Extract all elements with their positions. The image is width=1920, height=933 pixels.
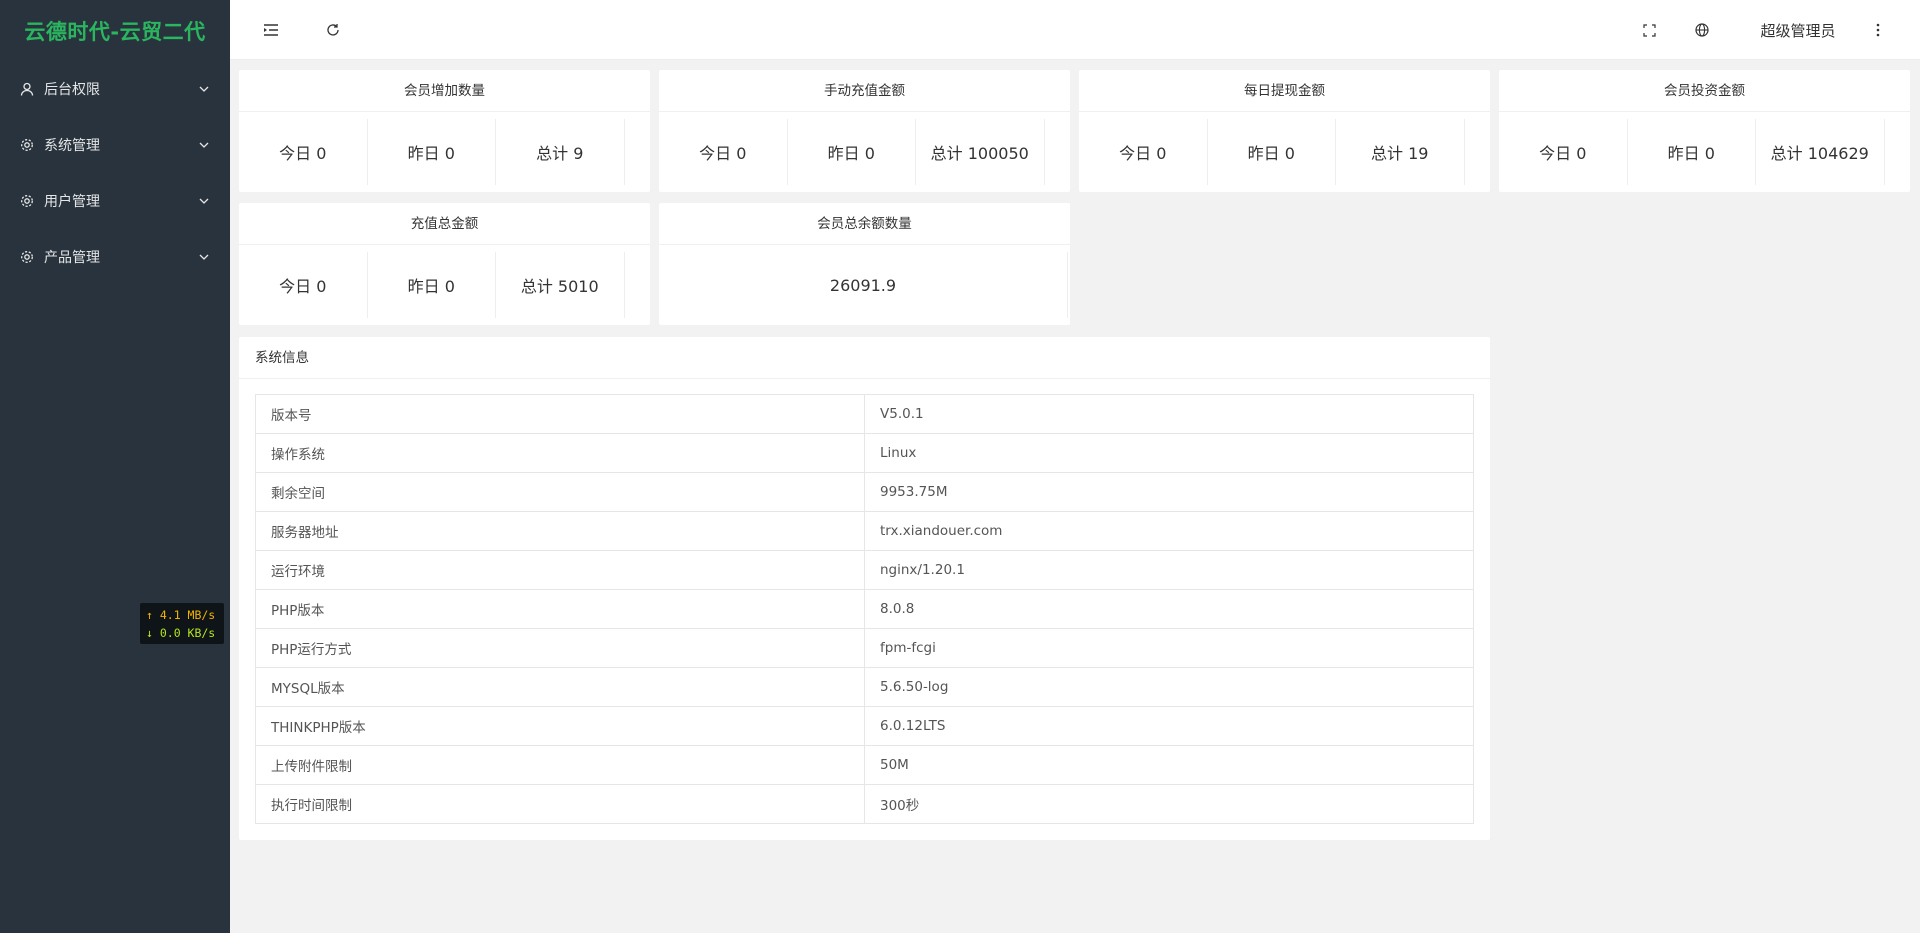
top-header: 超级管理员 <box>230 0 1920 60</box>
stat-yesterday: 昨日 0 <box>788 119 916 185</box>
info-value: 5.6.50-log <box>864 667 1474 707</box>
stat-yesterday: 昨日 0 <box>368 252 496 318</box>
network-speed-widget: ↑ 4.1 MB/s ↓ 0.0 KB/s <box>140 603 224 644</box>
card-title: 手动充值金额 <box>659 70 1070 112</box>
stat-total: 总计 100050 <box>916 119 1045 185</box>
stat-card-manual-recharge: 手动充值金额 今日 0 昨日 0 总计 100050 <box>659 70 1070 192</box>
sidebar-item-user-management[interactable]: 用户管理 <box>0 173 230 229</box>
user-menu[interactable]: 超级管理员 <box>1748 0 1848 60</box>
table-row: 操作系统 Linux <box>255 433 1474 473</box>
table-row: PHP运行方式 fpm-fcgi <box>255 628 1474 668</box>
info-key: 版本号 <box>255 394 865 434</box>
system-info-table: 版本号 V5.0.1 操作系统 Linux 剩余空间 9953.75M 服务器地址 tr… <box>255 394 1474 824</box>
info-key: 操作系统 <box>255 433 865 473</box>
info-key: THINKPHP版本 <box>255 706 865 746</box>
table-row: THINKPHP版本 6.0.12LTS <box>255 706 1474 746</box>
card-title: 会员增加数量 <box>239 70 650 112</box>
table-row: 剩余空间 9953.75M <box>255 472 1474 512</box>
info-value: V5.0.1 <box>864 394 1474 434</box>
download-speed: ↓ 0.0 KB/s <box>146 626 216 640</box>
stat-total: 总计 19 <box>1336 119 1465 185</box>
sidebar-item-label: 系统管理 <box>44 138 100 154</box>
stat-yesterday: 昨日 0 <box>1208 119 1336 185</box>
globe-icon[interactable] <box>1693 0 1711 60</box>
stat-value: 26091.9 <box>659 252 1068 318</box>
sidebar-item-label: 用户管理 <box>44 194 100 210</box>
info-value: 300秒 <box>864 784 1474 824</box>
stat-card-new-members: 会员增加数量 今日 0 昨日 0 总计 9 <box>239 70 650 192</box>
card-title: 充值总金额 <box>239 203 650 245</box>
system-info-panel: 系统信息 版本号 V5.0.1 操作系统 Linux 剩余空间 9953.75M 服务… <box>239 337 1490 840</box>
stat-card-member-investment: 会员投资金额 今日 0 昨日 0 总计 104629 <box>1499 70 1910 192</box>
app-logo: 云德时代-云贸二代 <box>24 19 206 44</box>
stat-today: 今日 0 <box>1079 119 1208 185</box>
chevron-down-icon <box>198 251 210 263</box>
info-key: PHP版本 <box>255 589 865 629</box>
stat-card-total-recharge: 充值总金额 今日 0 昨日 0 总计 5010 <box>239 203 650 325</box>
stat-today: 今日 0 <box>1499 119 1628 185</box>
chevron-down-icon <box>198 139 210 151</box>
refresh-icon[interactable] <box>323 0 343 60</box>
chevron-down-icon <box>198 83 210 95</box>
info-key: PHP运行方式 <box>255 628 865 668</box>
table-row: MYSQL版本 5.6.50-log <box>255 667 1474 707</box>
info-key: 剩余空间 <box>255 472 865 512</box>
gear-icon <box>20 194 34 208</box>
table-row: 上传附件限制 50M <box>255 745 1474 785</box>
table-row: PHP版本 8.0.8 <box>255 589 1474 629</box>
info-value: nginx/1.20.1 <box>864 550 1474 590</box>
info-key: MYSQL版本 <box>255 667 865 707</box>
info-value: Linux <box>864 433 1474 473</box>
info-value: 8.0.8 <box>864 589 1474 629</box>
chevron-down-icon <box>198 195 210 207</box>
sidebar-item-product-management[interactable]: 产品管理 <box>0 229 230 285</box>
stat-today: 今日 0 <box>239 252 368 318</box>
stat-yesterday: 昨日 0 <box>1628 119 1756 185</box>
info-value: 50M <box>864 745 1474 785</box>
stat-total: 总计 9 <box>496 119 625 185</box>
sidebar-item-label: 后台权限 <box>44 82 100 98</box>
user-icon <box>20 82 34 96</box>
table-row: 服务器地址 trx.xiandouer.com <box>255 511 1474 551</box>
stat-card-daily-withdrawal: 每日提现金额 今日 0 昨日 0 总计 19 <box>1079 70 1490 192</box>
panel-title: 系统信息 <box>239 337 1490 379</box>
sidebar-item-admin-permissions[interactable]: 后台权限 <box>0 61 230 117</box>
card-title: 会员投资金额 <box>1499 70 1910 112</box>
table-row: 执行时间限制 300秒 <box>255 784 1474 824</box>
stat-today: 今日 0 <box>239 119 368 185</box>
card-title: 会员总余额数量 <box>659 203 1070 245</box>
info-value: fpm-fcgi <box>864 628 1474 668</box>
info-value: 6.0.12LTS <box>864 706 1474 746</box>
card-title: 每日提现金额 <box>1079 70 1490 112</box>
menu-toggle-icon[interactable] <box>260 0 282 60</box>
upload-speed: ↑ 4.1 MB/s <box>146 608 216 622</box>
sidebar-item-label: 产品管理 <box>44 250 100 266</box>
gear-icon <box>20 250 34 264</box>
stat-total: 总计 104629 <box>1756 119 1885 185</box>
sidebar: 云德时代-云贸二代 后台权限 系统管理 用户管理 产品管理 ↑ 4.1 MB/s… <box>0 0 230 933</box>
fullscreen-icon[interactable] <box>1641 0 1657 60</box>
sidebar-item-system-management[interactable]: 系统管理 <box>0 117 230 173</box>
stat-card-member-balance: 会员总余额数量 26091.9 <box>659 203 1070 325</box>
gear-icon <box>20 138 34 152</box>
info-key: 服务器地址 <box>255 511 865 551</box>
table-row: 运行环境 nginx/1.20.1 <box>255 550 1474 590</box>
info-value: 9953.75M <box>864 472 1474 512</box>
stat-yesterday: 昨日 0 <box>368 119 496 185</box>
info-key: 运行环境 <box>255 550 865 590</box>
more-vertical-icon[interactable] <box>1868 0 1888 60</box>
stat-total: 总计 5010 <box>496 252 625 318</box>
info-value: trx.xiandouer.com <box>864 511 1474 551</box>
info-key: 上传附件限制 <box>255 745 865 785</box>
stat-today: 今日 0 <box>659 119 788 185</box>
table-row: 版本号 V5.0.1 <box>255 394 1474 434</box>
info-key: 执行时间限制 <box>255 784 865 824</box>
